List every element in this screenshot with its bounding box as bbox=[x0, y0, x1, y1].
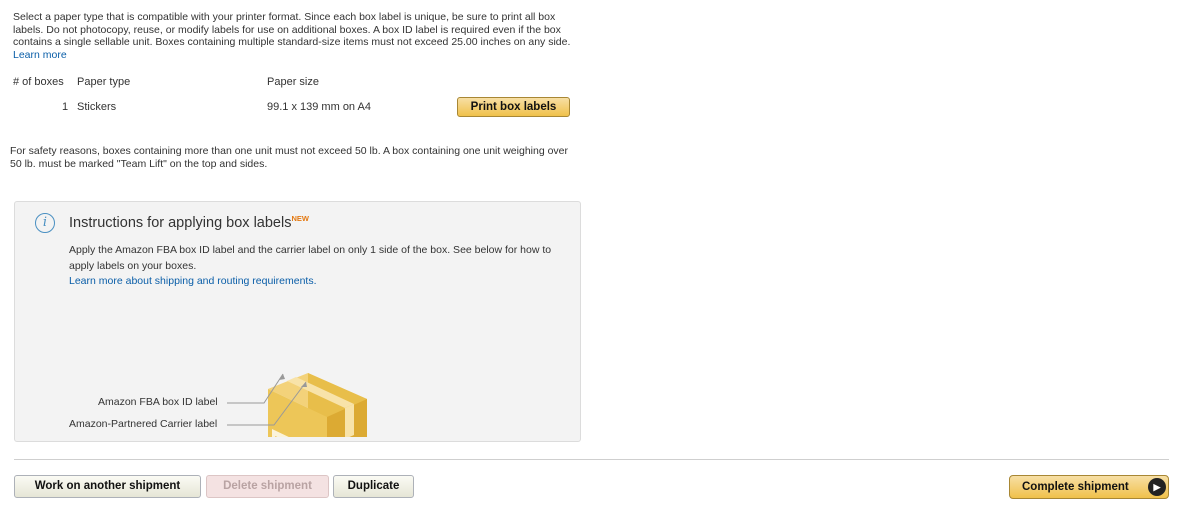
intro-paragraph: Select a paper type that is compatible w… bbox=[13, 11, 571, 48]
safety-notice: For safety reasons, boxes containing mor… bbox=[10, 145, 569, 170]
cell-boxes: 1 bbox=[62, 101, 69, 113]
instructions-panel: i Instructions for applying box labelsNE… bbox=[14, 201, 581, 442]
complete-shipment-button[interactable]: Complete shipment ▶ bbox=[1009, 475, 1169, 499]
col-header-paper-size: Paper size bbox=[267, 76, 319, 88]
work-on-another-shipment-button[interactable]: Work on another shipment bbox=[14, 475, 201, 498]
cell-paper-type: Stickers bbox=[77, 101, 117, 113]
divider bbox=[14, 459, 1169, 460]
cell-paper-size: 99.1 x 139 mm on A4 bbox=[267, 101, 371, 113]
fba-label-caption: Amazon FBA box ID label bbox=[98, 396, 218, 408]
learn-more-link[interactable]: Learn more bbox=[13, 49, 67, 61]
arrow-right-icon: ▶ bbox=[1148, 478, 1166, 496]
intro-text: Select a paper type that is compatible w… bbox=[13, 11, 573, 61]
duplicate-button[interactable]: Duplicate bbox=[333, 475, 414, 498]
col-header-boxes: # of boxes bbox=[13, 76, 64, 88]
complete-shipment-label: Complete shipment bbox=[1022, 481, 1129, 493]
carrier-label-caption: Amazon-Partnered Carrier label bbox=[69, 418, 218, 430]
delete-shipment-button[interactable]: Delete shipment bbox=[206, 475, 329, 498]
col-header-paper-type: Paper type bbox=[77, 76, 131, 88]
print-box-labels-button[interactable]: Print box labels bbox=[457, 97, 570, 117]
